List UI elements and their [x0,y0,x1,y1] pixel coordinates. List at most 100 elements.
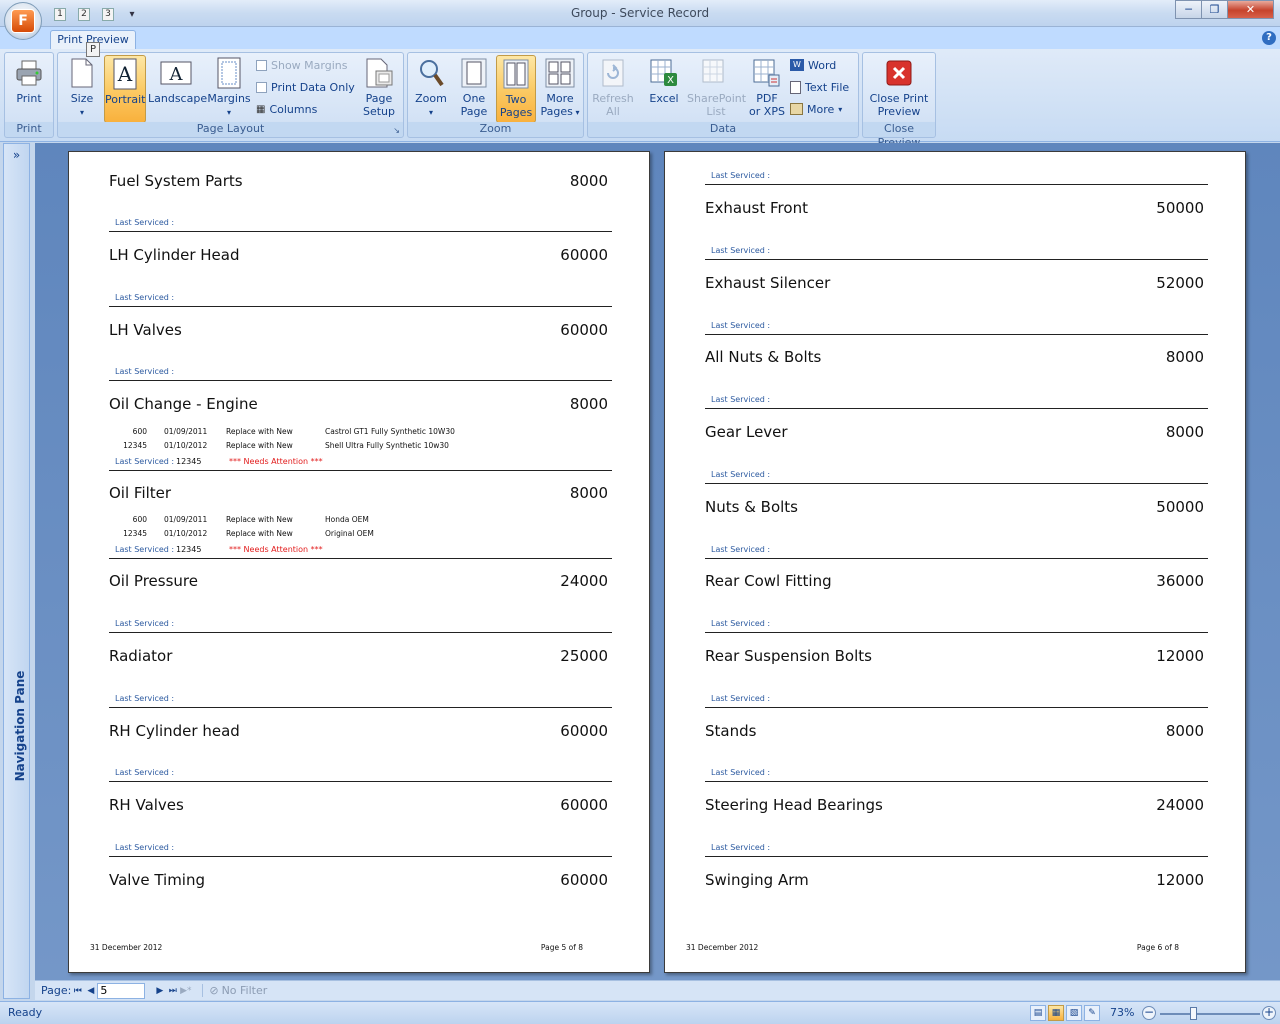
zoom-chevron-icon: ▾ [428,108,433,117]
print-label: Print [16,92,42,105]
last-serviced-label: Last Serviced : [711,395,771,404]
size-button[interactable]: Size ▾ [62,55,102,123]
service-history-row: 12345 01/10/2012 Replace with New Original … [109,529,612,541]
print-button[interactable]: Print [8,55,50,123]
last-serviced-row: Last Serviced : [109,841,612,857]
report-record: Valve Timing 60000 [109,871,612,891]
page-setup-button[interactable]: Page Setup [358,55,400,123]
columns-button[interactable]: ▦ Columns [256,100,317,118]
two-pages-icon [501,58,531,90]
service-date: 01/10/2012 [164,529,208,538]
keytip-p: P [86,42,100,57]
zoom-slider-track[interactable] [1160,1013,1260,1015]
last-serviced-row: Last Serviced : [705,169,1208,185]
navigation-pane[interactable]: » Navigation Pane [3,143,30,999]
last-page-icon[interactable]: ⏭ [166,986,179,996]
last-serviced-value: 12345 [176,545,202,554]
ribbon: Print Print Size ▾ A Portrait A Landscape [0,49,1280,149]
sharepoint-list-button[interactable]: SharePoint List [687,55,746,123]
restore-button[interactable]: ❐ [1201,0,1228,19]
excel-export-button[interactable]: X Excel [643,55,685,123]
layout-view-icon[interactable]: ▧ [1066,1005,1082,1021]
expand-nav-pane-icon[interactable]: » [4,148,29,162]
one-page-button[interactable]: One Page [454,55,494,123]
first-page-icon[interactable]: ⏮ [71,986,84,996]
close-print-preview-button[interactable]: Close Print Preview [866,55,932,123]
report-record: RH Valves 60000 [109,796,612,816]
zoom-in-icon[interactable]: + [1262,1006,1276,1020]
last-serviced-row: Last Serviced :12345 *** Needs Attention … [109,543,612,559]
more-export-button[interactable]: More ▾ [790,100,842,118]
report-record: Swinging Arm 12000 [705,871,1208,891]
margins-button[interactable]: Margins ▾ [206,55,252,123]
design-view-icon[interactable]: ✎ [1084,1005,1100,1021]
zoom-slider-thumb[interactable] [1190,1007,1197,1020]
print-preview-view-icon[interactable]: ▤ [1030,1005,1046,1021]
service-action: Replace with New [226,427,293,436]
page-setup-label-1: Page [365,92,393,105]
zoom-out-icon[interactable]: − [1142,1006,1156,1020]
page-number-input[interactable] [97,982,146,999]
show-margins-checkbox[interactable]: Show Margins [256,56,347,74]
text-file-export-button[interactable]: Text File [790,78,849,96]
last-serviced-label: Last Serviced : [115,457,175,466]
print-data-only-checkbox[interactable]: Print Data Only [256,78,355,96]
report-record: Steering Head Bearings 24000 [705,796,1208,816]
minimize-button[interactable]: ─ [1175,0,1202,19]
last-serviced-row: Last Serviced : [109,365,612,381]
service-part: Shell Ultra Fully Synthetic 10w30 [325,441,449,450]
pdf-xps-button[interactable]: PDF or XPS [747,55,787,123]
record-item-name: Gear Lever [705,423,788,441]
service-part: Castrol GT1 Fully Synthetic 10W30 [325,427,455,436]
record-interval-miles: 36000 [1156,572,1204,590]
last-serviced-label: Last Serviced : [115,694,175,703]
two-pages-button[interactable]: Two Pages [496,55,536,123]
last-serviced-label: Last Serviced : [711,545,771,554]
filter-indicator[interactable]: ⊘ No Filter [202,984,267,997]
landscape-button[interactable]: A Landscape [148,55,207,123]
filter-icon: ⊘ [209,984,219,997]
last-serviced-label: Last Serviced : [711,171,771,180]
portrait-button[interactable]: A Portrait [104,55,146,123]
page-layout-launcher-icon[interactable]: ↘ [393,126,400,135]
margins-icon [214,57,244,89]
service-action: Replace with New [226,515,293,524]
word-export-button[interactable]: W Word [790,56,836,74]
report-record: Radiator 25000 [109,647,612,667]
refresh-all-button[interactable]: Refresh All [591,55,635,123]
last-serviced-row: Last Serviced : [109,617,612,633]
last-serviced-row: Last Serviced : [705,543,1208,559]
record-interval-miles: 60000 [560,246,608,264]
page-setup-label-2: Setup [362,105,396,118]
zoom-button[interactable]: Zoom ▾ [411,55,451,123]
navigation-pane-label: Navigation Pane [13,670,27,782]
status-text: Ready [8,1006,43,1019]
two-pages-label-2: Pages [499,106,533,119]
report-record: LH Valves 60000 [109,321,612,341]
more-pages-icon [545,57,575,89]
record-interval-miles: 8000 [569,484,608,502]
next-page-icon[interactable]: ▶ [153,986,166,996]
more-pages-button[interactable]: More Pages ▾ [538,55,582,123]
report-view-icon[interactable]: ▦ [1048,1005,1064,1021]
columns-label: Columns [269,102,318,116]
show-margins-label: Show Margins [271,58,348,72]
margins-chevron-icon: ▾ [226,108,231,117]
last-serviced-row: Last Serviced : [109,216,612,232]
group-zoom-label: Zoom [408,122,583,137]
close-window-button[interactable]: ✕ [1227,0,1274,19]
report-record: Rear Suspension Bolts 12000 [705,647,1208,667]
last-serviced-label: Last Serviced : [711,843,771,852]
service-history-row: 600 01/09/2011 Replace with New Castrol GT1… [109,427,612,439]
prev-page-icon[interactable]: ◀ [84,986,97,996]
portrait-label: Portrait [105,93,146,106]
help-icon[interactable]: ? [1262,31,1276,45]
office-button[interactable]: F [4,2,42,40]
group-print-label: Print [5,122,53,137]
word-icon: W [790,59,804,71]
more-pages-label-1: More [546,92,574,105]
record-interval-miles: 24000 [560,572,608,590]
record-item-name: Rear Suspension Bolts [705,647,872,665]
footer-date: 31 December 2012 [686,943,759,952]
ribbon-tab-row [0,27,1280,49]
